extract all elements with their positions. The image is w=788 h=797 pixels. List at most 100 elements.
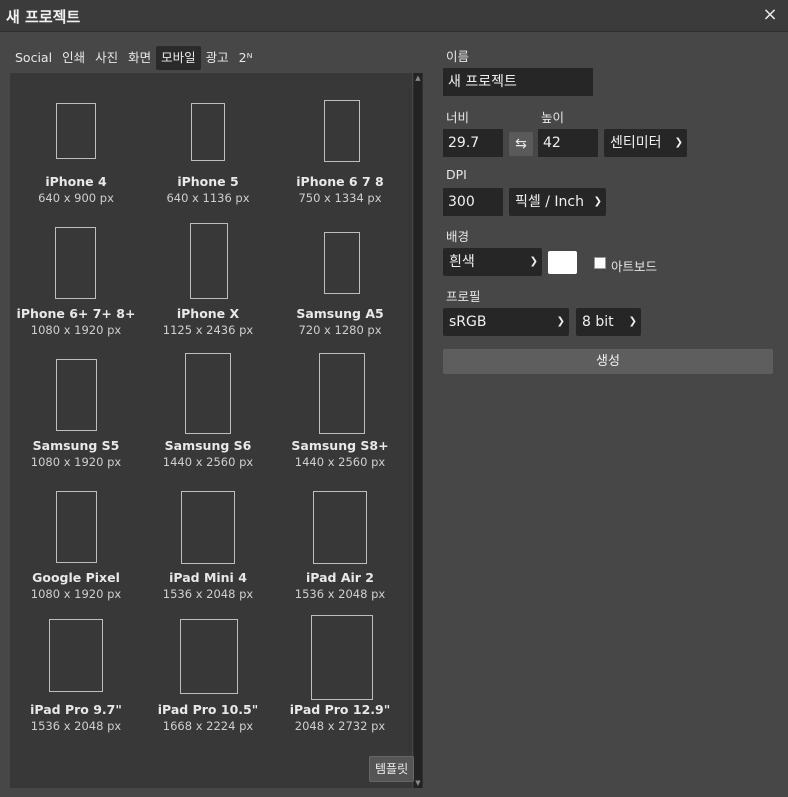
grid-scrollbar[interactable]: ▲ ▼	[413, 73, 423, 788]
device-template-card[interactable]: iPad Pro 12.9" 2048 x 2732 px	[274, 609, 406, 741]
device-size: 1080 x 1920 px	[30, 455, 122, 469]
background-select[interactable]: 흰색 ❯	[443, 248, 542, 276]
chevron-down-icon: ❯	[529, 256, 538, 267]
device-size: 720 x 1280 px	[298, 323, 382, 337]
chevron-down-icon: ❯	[593, 196, 602, 207]
device-name: iPhone 6+ 7+ 8+	[16, 306, 136, 321]
width-input[interactable]: 29.7	[443, 129, 503, 157]
dpi-label: DPI	[446, 167, 467, 182]
device-name: iPhone 6 7 8	[296, 174, 384, 189]
scroll-down-icon[interactable]: ▼	[413, 778, 423, 788]
artboard-label: 아트보드	[611, 259, 658, 274]
device-name: iPad Pro 10.5"	[157, 702, 259, 717]
chevron-down-icon: ❯	[556, 316, 565, 327]
device-name: iPhone 5	[177, 174, 239, 189]
tab-2[interactable]: 사진	[90, 46, 123, 70]
tab-5[interactable]: 광고	[201, 46, 234, 70]
chevron-down-icon: ❯	[674, 137, 683, 148]
device-template-card[interactable]: iPhone X 1125 x 2436 px	[142, 213, 274, 345]
device-template-card[interactable]: iPhone 6 7 8 750 x 1334 px	[274, 81, 406, 213]
height-label: 높이	[541, 110, 565, 125]
device-name: iPhone X	[176, 306, 240, 321]
device-template-card[interactable]: iPhone 5 640 x 1136 px	[142, 81, 274, 213]
device-size: 1668 x 2224 px	[162, 719, 254, 733]
device-thumbnail	[181, 491, 235, 564]
unit-select-value: 센티미터	[610, 135, 662, 151]
tab-3[interactable]: 화면	[123, 46, 156, 70]
device-name: Google Pixel	[32, 570, 120, 585]
dpi-unit-select[interactable]: 픽셀 / Inch ❯	[509, 188, 606, 216]
device-size: 1080 x 1920 px	[30, 587, 122, 601]
device-name: Samsung S6	[164, 438, 252, 453]
device-thumbnail	[191, 103, 225, 161]
template-button[interactable]: 템플릿	[369, 756, 415, 782]
profile-select[interactable]: sRGB ❯	[443, 308, 569, 336]
template-grid: iPhone 4 640 x 900 px iPhone 5 640 x 1136 p…	[10, 73, 412, 788]
device-thumbnail	[180, 619, 238, 694]
swap-arrows-icon[interactable]: ⇆	[509, 132, 533, 156]
device-size: 1440 x 2560 px	[162, 455, 254, 469]
device-size: 1080 x 1920 px	[30, 323, 122, 337]
device-thumbnail	[185, 353, 231, 434]
create-button[interactable]: 생성	[443, 349, 773, 374]
device-thumbnail	[56, 491, 97, 563]
dpi-unit-select-value: 픽셀 / Inch	[515, 194, 584, 210]
device-name: iPhone 4	[45, 174, 107, 189]
device-template-card[interactable]: Samsung S5 1080 x 1920 px	[10, 345, 142, 477]
device-template-card[interactable]: iPad Pro 9.7" 1536 x 2048 px	[10, 609, 142, 741]
device-template-card[interactable]: Samsung A5 720 x 1280 px	[274, 213, 406, 345]
device-template-card[interactable]: Google Pixel 1080 x 1920 px	[10, 477, 142, 609]
device-template-card[interactable]: Samsung S6 1440 x 2560 px	[142, 345, 274, 477]
device-name: iPad Air 2	[305, 570, 375, 585]
device-thumbnail	[56, 359, 97, 431]
device-size: 640 x 1136 px	[166, 191, 250, 205]
bitdepth-select[interactable]: 8 bit ❯	[576, 308, 641, 336]
bitdepth-select-value: 8 bit	[582, 314, 614, 330]
device-size: 2048 x 2732 px	[294, 719, 386, 733]
device-thumbnail	[319, 353, 365, 434]
device-template-card[interactable]: iPhone 6+ 7+ 8+ 1080 x 1920 px	[10, 213, 142, 345]
device-template-card[interactable]: iPhone 4 640 x 900 px	[10, 81, 142, 213]
tab-6[interactable]: 2ᴺ	[234, 46, 258, 70]
device-template-card[interactable]: iPad Air 2 1536 x 2048 px	[274, 477, 406, 609]
device-size: 1536 x 2048 px	[294, 587, 386, 601]
profile-label: 프로필	[446, 289, 481, 304]
chevron-down-icon: ❯	[628, 316, 637, 327]
scrollbar-thumb[interactable]	[414, 73, 422, 788]
height-input[interactable]: 42	[538, 129, 598, 157]
dialog-title: 새 프로젝트	[6, 8, 81, 26]
close-icon[interactable]: ×	[760, 4, 780, 26]
device-thumbnail	[324, 232, 360, 294]
device-thumbnail	[190, 223, 228, 299]
tab-1[interactable]: 인쇄	[57, 46, 90, 70]
category-tabs: Social 인쇄 사진 화면 모바일 광고 2ᴺ	[10, 46, 257, 70]
unit-select[interactable]: 센티미터 ❯	[604, 129, 687, 157]
device-template-card[interactable]: iPad Mini 4 1536 x 2048 px	[142, 477, 274, 609]
width-label: 너비	[446, 110, 470, 125]
device-thumbnail	[324, 100, 360, 162]
device-size: 1536 x 2048 px	[162, 587, 254, 601]
device-template-card[interactable]: iPad Pro 10.5" 1668 x 2224 px	[142, 609, 274, 741]
device-size: 1536 x 2048 px	[30, 719, 122, 733]
background-select-value: 흰색	[449, 254, 475, 270]
dpi-input[interactable]: 300	[443, 188, 503, 216]
name-input[interactable]: 새 프로젝트	[443, 68, 593, 96]
artboard-checkbox[interactable]	[594, 257, 606, 269]
dialog-titlebar: 새 프로젝트 ×	[0, 0, 788, 32]
device-name: iPad Mini 4	[169, 570, 247, 585]
background-label: 배경	[446, 229, 470, 244]
device-size: 1440 x 2560 px	[294, 455, 386, 469]
device-name: Samsung S8+	[291, 438, 389, 453]
name-label: 이름	[446, 49, 470, 64]
tab-0[interactable]: Social	[10, 46, 57, 70]
device-size: 750 x 1334 px	[298, 191, 382, 205]
tab-4[interactable]: 모바일	[156, 46, 201, 70]
device-thumbnail	[313, 491, 367, 564]
device-template-card[interactable]: Samsung S8+ 1440 x 2560 px	[274, 345, 406, 477]
device-thumbnail	[49, 619, 103, 692]
scroll-up-icon[interactable]: ▲	[413, 73, 423, 83]
device-thumbnail	[311, 615, 373, 700]
device-size: 1125 x 2436 px	[162, 323, 254, 337]
background-color-swatch[interactable]	[548, 251, 577, 274]
device-thumbnail	[55, 227, 96, 299]
